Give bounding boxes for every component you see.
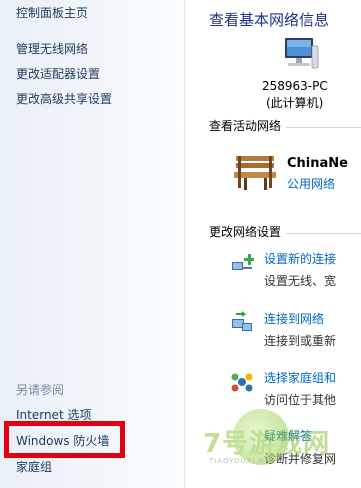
- main-panel: 查看基本网络信息 258963-PC (此计算机) 查看活动网络 ChinaNe…: [186, 0, 361, 488]
- sidebar-item-manage-wireless[interactable]: 管理无线网络: [16, 41, 88, 57]
- sidebar-item-homegroup[interactable]: 家庭组: [16, 459, 52, 475]
- bench-icon: [234, 156, 276, 190]
- homegroup-desc: 访问位于其他: [264, 393, 337, 407]
- new-connection-icon: [232, 254, 254, 270]
- connect-network-link[interactable]: 连接到网络: [264, 311, 324, 327]
- connect-network-icon: [232, 311, 252, 331]
- divider: [286, 233, 361, 234]
- troubleshoot-desc: 诊断并修复网: [264, 452, 337, 466]
- sidebar: 控制面板主页 管理无线网络 更改适配器设置 更改高级共享设置 另请参阅 Inte…: [0, 0, 185, 488]
- firewall-highlight-box: [4, 421, 125, 458]
- sidebar-item-control-panel-home[interactable]: 控制面板主页: [16, 5, 88, 21]
- see-also-label: 另请参阅: [16, 383, 65, 397]
- sidebar-item-change-adapter[interactable]: 更改适配器设置: [16, 66, 100, 82]
- computer-sub-label: (此计算机): [266, 96, 324, 110]
- connect-network-desc: 连接到或重新: [264, 334, 337, 348]
- homegroup-link[interactable]: 选择家庭组和: [264, 370, 336, 386]
- sidebar-item-advanced-sharing[interactable]: 更改高级共享设置: [16, 91, 112, 107]
- network-type-link[interactable]: 公用网络: [287, 176, 335, 192]
- network-name: ChinaNe: [287, 156, 348, 171]
- troubleshoot-link[interactable]: 疑难解答: [264, 428, 312, 444]
- homegroup-icon: [231, 373, 253, 392]
- setup-connection-link[interactable]: 设置新的连接: [264, 251, 336, 267]
- setup-connection-desc: 设置无线、宽: [264, 274, 337, 288]
- active-networks-heading: 查看活动网络: [209, 119, 282, 133]
- computer-icon: [285, 38, 319, 69]
- page-title: 查看基本网络信息: [209, 11, 330, 29]
- computer-name: 258963-PC: [262, 79, 328, 93]
- change-settings-heading: 更改网络设置: [209, 225, 282, 239]
- divider: [286, 127, 361, 128]
